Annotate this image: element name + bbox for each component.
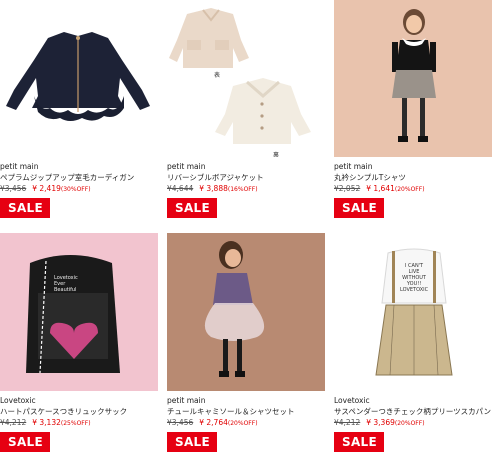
sale-price: ¥ 3,132 <box>32 418 61 427</box>
product-image[interactable] <box>334 0 492 157</box>
product-brand: petit main <box>0 162 39 171</box>
product-card[interactable]: Lovetoxic Ever Beautiful Lovetoxic ハートパスケー… <box>0 233 158 452</box>
product-price: ¥4,212 ¥ 3,132(25%OFF) <box>0 417 158 429</box>
boa-jacket-illustration <box>169 8 311 144</box>
product-brand: Lovetoxic <box>0 396 36 405</box>
sale-badge: SALE <box>334 432 384 452</box>
old-price: ¥2,052 <box>334 184 361 193</box>
product-image[interactable] <box>0 0 158 157</box>
product-image[interactable]: I CAN'T LIVE WITHOUT YOU!! LOVETOXIC <box>334 233 492 391</box>
shirt-print-text: I CAN'T LIVE WITHOUT YOU!! LOVETOXIC <box>400 263 428 293</box>
old-price: ¥4,212 <box>0 418 27 427</box>
sale-badge: SALE <box>0 198 50 218</box>
product-brand: Lovetoxic <box>334 396 370 405</box>
old-price: ¥4,644 <box>167 184 194 193</box>
product-name[interactable]: リバーシブルボアジャケット <box>167 172 325 183</box>
sale-badge: SALE <box>334 198 384 218</box>
product-image[interactable] <box>167 233 325 391</box>
product-card[interactable]: petit main 丸衿シンプルTシャツ ¥2,052 ¥ 1,641(20%O… <box>334 0 492 218</box>
front-caption: 表 <box>214 72 221 79</box>
product-name[interactable]: ペプラムジップアップ室毛カーディガン <box>0 172 158 183</box>
product-name[interactable]: 丸衿シンプルTシャツ <box>334 172 492 183</box>
discount-rate: (20%OFF) <box>394 186 425 193</box>
product-brand: petit main <box>334 162 373 171</box>
old-price: ¥3,456 <box>167 418 194 427</box>
suspender-skirt-illustration <box>375 248 453 376</box>
back-caption: 裏 <box>273 152 280 157</box>
bag-print-line: Beautiful <box>54 287 77 293</box>
girl-tshirt-photo <box>392 9 436 142</box>
backpack-photo <box>26 255 120 374</box>
product-price: ¥3,456 ¥ 2,419(30%OFF) <box>0 183 158 195</box>
discount-rate: (16%OFF) <box>227 186 258 193</box>
product-brand: petit main <box>167 396 206 405</box>
product-price: ¥3,456 ¥ 2,764(20%OFF) <box>167 417 325 429</box>
sale-price: ¥ 3,369 <box>366 418 395 427</box>
old-price: ¥4,212 <box>334 418 361 427</box>
product-card[interactable]: I CAN'T LIVE WITHOUT YOU!! LOVETOXIC Lovetox… <box>334 233 492 452</box>
sale-price: ¥ 2,764 <box>199 418 228 427</box>
product-name[interactable]: チュールキャミソール＆シャツセット <box>167 406 325 417</box>
discount-rate: (20%OFF) <box>394 420 425 427</box>
bag-print-text: Lovetoxic Ever Beautiful <box>54 275 78 293</box>
product-price: ¥4,212 ¥ 3,369(20%OFF) <box>334 417 492 429</box>
discount-rate: (25%OFF) <box>60 420 91 427</box>
product-name[interactable]: サスペンダーつきチェック柄プリーツスカパン <box>334 406 492 417</box>
navy-cardigan-illustration <box>6 32 150 121</box>
product-card[interactable]: petit main チュールキャミソール＆シャツセット ¥3,456 ¥ 2,7… <box>167 233 325 452</box>
product-name[interactable]: ハートパスケースつきリュックサック <box>0 406 158 417</box>
sale-price: ¥ 2,419 <box>32 184 61 193</box>
sale-badge: SALE <box>0 432 50 452</box>
discount-rate: (20%OFF) <box>227 420 258 427</box>
product-image[interactable]: Lovetoxic Ever Beautiful <box>0 233 158 391</box>
product-image[interactable]: 表 裏 <box>167 0 325 157</box>
old-price: ¥3,456 <box>0 184 27 193</box>
discount-rate: (30%OFF) <box>60 186 91 193</box>
sale-price: ¥ 1,641 <box>366 184 395 193</box>
girl-tulle-dress-photo <box>204 241 265 377</box>
product-brand: petit main <box>167 162 206 171</box>
product-price: ¥2,052 ¥ 1,641(20%OFF) <box>334 183 492 195</box>
sale-badge: SALE <box>167 198 217 218</box>
sale-price: ¥ 3,888 <box>199 184 228 193</box>
sale-badge: SALE <box>167 432 217 452</box>
shirt-print-line: LOVETOXIC <box>400 287 429 293</box>
product-card[interactable]: petit main ペプラムジップアップ室毛カーディガン ¥3,456 ¥ 2,… <box>0 0 158 218</box>
product-card[interactable]: 表 裏 petit main リバーシブルボアジャケット ¥4,644 ¥ 3,8… <box>167 0 325 218</box>
product-price: ¥4,644 ¥ 3,888(16%OFF) <box>167 183 325 195</box>
